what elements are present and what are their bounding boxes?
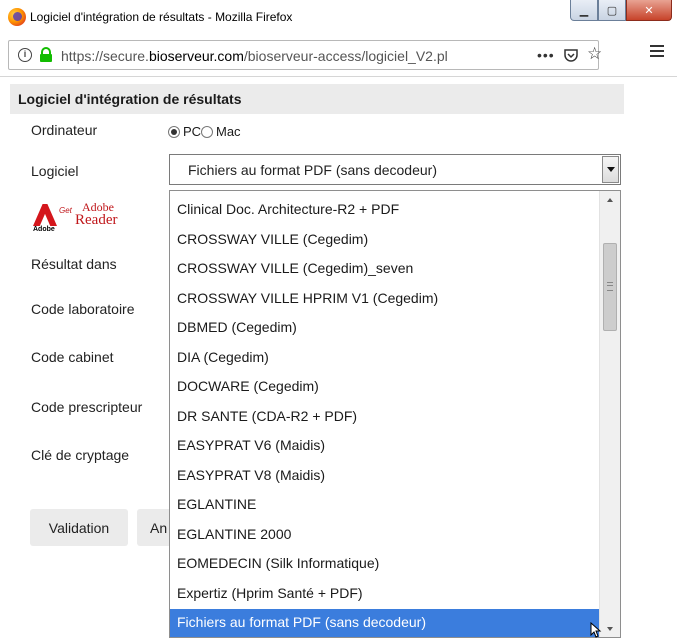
- radio-pc-dot[interactable]: [168, 125, 180, 138]
- resultat-label: Résultat dans: [31, 256, 117, 272]
- info-icon[interactable]: i: [18, 48, 32, 62]
- adobe-reader-logo[interactable]: Adobe Get Adobe Reader: [33, 200, 130, 238]
- url-text[interactable]: https://secure.bioserveur.com/bioserveur…: [61, 48, 448, 64]
- validation-button[interactable]: Validation: [30, 509, 128, 546]
- dropdown-option[interactable]: Expertiz (Hprim Santé + PDF): [170, 580, 599, 609]
- close-window-button[interactable]: ✕: [626, 0, 672, 21]
- dropdown-option[interactable]: EOMEDECIN (Silk Informatique): [170, 550, 599, 579]
- dropdown-option[interactable]: DBMED (Cegedim): [170, 314, 599, 343]
- scroll-up-icon[interactable]: [600, 191, 620, 208]
- dropdown-option[interactable]: DIA (Cegedim): [170, 344, 599, 373]
- radio-mac-label: Mac: [216, 124, 241, 139]
- logiciel-label: Logiciel: [31, 163, 79, 179]
- dropdown-option[interactable]: EASYPRAT V6 (Maidis): [170, 432, 599, 461]
- dropdown-option[interactable]: Fichiers au format PDF (sans decodeur): [170, 609, 599, 637]
- radio-mac[interactable]: Mac: [201, 124, 241, 139]
- window-controls: ▁ ▢ ✕: [570, 0, 672, 22]
- radio-pc-label: PC: [183, 124, 202, 139]
- cle-cryptage-label: Clé de cryptage: [31, 447, 130, 463]
- code-cabinet-label: Code cabinet: [31, 349, 114, 365]
- code-prescripteur-label: Code prescripteur: [31, 399, 143, 415]
- dropdown-option[interactable]: DOCWARE (Cegedim): [170, 373, 599, 402]
- pocket-icon[interactable]: [563, 47, 579, 63]
- maximize-button[interactable]: ▢: [598, 0, 626, 21]
- scrollbar-thumb[interactable]: [603, 243, 617, 331]
- dropdown-option[interactable]: Clinical Doc. Architecture-R2 + PDF: [170, 196, 599, 225]
- lock-icon[interactable]: [39, 47, 53, 63]
- logiciel-select-value: Fichiers au format PDF (sans decodeur): [188, 162, 437, 178]
- page-content: Logiciel d'intégration de résultats Ordi…: [0, 76, 677, 638]
- window-titlebar: Logiciel d'intégration de résultats - Mo…: [0, 0, 677, 34]
- code-laboratoire-label: Code laboratoire: [31, 301, 135, 317]
- dropdown-option[interactable]: EGLANTINE: [170, 491, 599, 520]
- logiciel-dropdown-list[interactable]: Clinical Doc. Architecture-R2 + PDF CROSS…: [169, 190, 621, 638]
- dropdown-option[interactable]: EGLANTINE 2000: [170, 521, 599, 550]
- dropdown-option[interactable]: CROSSWAY VILLE HPRIM V1 (Cegedim): [170, 285, 599, 314]
- radio-mac-dot[interactable]: [201, 125, 213, 138]
- logiciel-select[interactable]: Fichiers au format PDF (sans decodeur): [169, 154, 621, 185]
- page-actions-icon[interactable]: •••: [537, 47, 555, 63]
- chevron-down-icon[interactable]: [602, 156, 619, 183]
- hamburger-menu-icon[interactable]: [650, 45, 664, 57]
- navigation-bar: i https://secure.bioserveur.com/bioserve…: [0, 34, 677, 76]
- dropdown-option[interactable]: CROSSWAY VILLE (Cegedim): [170, 226, 599, 255]
- adobe-logo-icon: [33, 204, 57, 226]
- window-title: Logiciel d'intégration de résultats - Mo…: [30, 10, 293, 24]
- mouse-cursor-icon: [590, 622, 602, 638]
- bookmark-star-icon[interactable]: ☆: [587, 44, 602, 64]
- ordinateur-label: Ordinateur: [31, 122, 98, 138]
- firefox-logo-icon: [8, 8, 26, 26]
- dropdown-option[interactable]: DR SANTE (CDA-R2 + PDF): [170, 403, 599, 432]
- minimize-button[interactable]: ▁: [570, 0, 598, 21]
- address-bar[interactable]: i https://secure.bioserveur.com/bioserve…: [8, 40, 602, 70]
- dropdown-option[interactable]: EASYPRAT V8 (Maidis): [170, 462, 599, 491]
- dropdown-scrollbar[interactable]: [599, 191, 620, 637]
- dropdown-option[interactable]: CROSSWAY VILLE (Cegedim)_seven: [170, 255, 599, 284]
- form-header: Logiciel d'intégration de résultats: [10, 84, 624, 114]
- radio-pc[interactable]: PC: [168, 124, 201, 139]
